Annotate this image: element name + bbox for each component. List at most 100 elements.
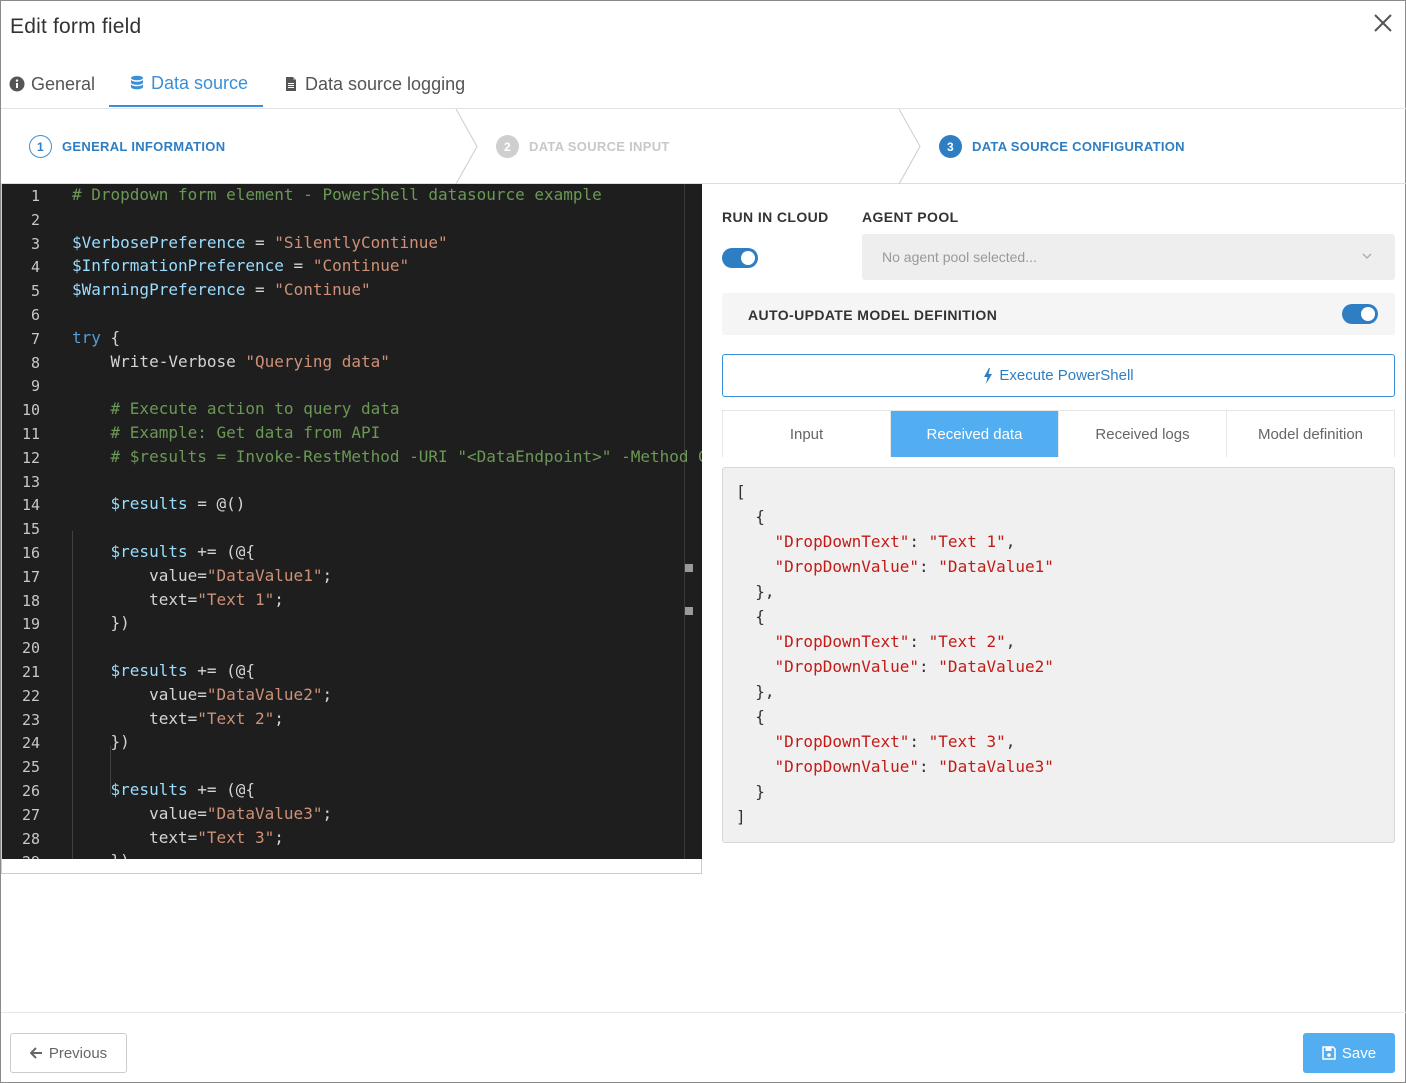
database-icon [129, 75, 145, 91]
tab-received-logs[interactable]: Received logs [1059, 411, 1227, 457]
tab-bar: General Data source Data source logging [1, 61, 475, 109]
json-line: { [736, 707, 765, 726]
code-line: }) [72, 851, 130, 859]
step-label: GENERAL INFORMATION [62, 139, 226, 154]
line-number: 10 [21, 401, 40, 420]
json-line: [ [736, 482, 746, 501]
code-line: # $results = Invoke-RestMethod -URI "<Da… [72, 446, 702, 466]
step-general-information[interactable]: 1 GENERAL INFORMATION [29, 109, 225, 184]
edit-form-field-dialog: Edit form field General Data source Data… [0, 0, 1406, 1083]
save-button[interactable]: Save [1303, 1033, 1395, 1073]
dialog-title: Edit form field [10, 15, 142, 38]
json-line: "DropDownText": "Text 3", [774, 732, 1016, 751]
code-line: value="DataValue3"; [72, 803, 333, 823]
result-tabs: Input Received data Received logs Model … [722, 410, 1395, 457]
line-number: 1 [30, 187, 40, 205]
step-label: DATA SOURCE INPUT [529, 139, 670, 154]
resize-handle[interactable] [685, 564, 693, 572]
agent-pool-placeholder: No agent pool selected... [882, 249, 1037, 265]
footer-divider [1, 1012, 1406, 1013]
line-number: 5 [30, 282, 40, 301]
agent-pool-select[interactable]: No agent pool selected... [862, 234, 1395, 280]
step-number: 3 [939, 135, 962, 158]
line-number: 6 [30, 306, 40, 324]
code-line: Write-Verbose "Querying data" [72, 351, 390, 371]
line-number: 15 [21, 520, 40, 539]
code-line: # Execute action to query data [72, 399, 400, 419]
execute-powershell-label: Execute PowerShell [999, 367, 1134, 384]
line-number: 14 [21, 496, 40, 515]
tab-data-source[interactable]: Data source [109, 61, 263, 107]
json-line: "DropDownText": "Text 1", [774, 532, 1016, 551]
line-number: 19 [21, 615, 40, 634]
tab-input[interactable]: Input [723, 411, 891, 457]
code-line: $results += (@{ [110, 542, 256, 561]
line-number: 21 [21, 663, 40, 681]
agent-pool-label: AGENT POOL [862, 209, 959, 225]
json-line: "DropDownValue": "DataValue3" [774, 757, 1054, 776]
line-number: 11 [21, 425, 40, 443]
line-number: 9 [30, 377, 40, 396]
code-line: try { [72, 327, 121, 347]
json-line: }, [736, 682, 775, 701]
code-line: }) [72, 732, 130, 752]
close-icon [1374, 14, 1392, 32]
chevron-down-icon [1362, 253, 1372, 259]
line-number: 28 [21, 829, 40, 848]
line-number: 24 [21, 734, 40, 753]
run-in-cloud-label: RUN IN CLOUD [722, 209, 829, 225]
tab-received-data[interactable]: Received data [891, 411, 1059, 457]
code-line: $InformationPreference = "Continue" [72, 256, 410, 276]
step-separator [898, 109, 921, 184]
json-line: "DropDownText": "Text 2", [774, 632, 1016, 651]
line-number: 26 [21, 782, 40, 800]
json-line: "DropDownValue": "DataValue1" [774, 557, 1054, 576]
execute-powershell-button[interactable]: Execute PowerShell [722, 354, 1395, 397]
previous-label: Previous [48, 1044, 108, 1062]
line-number: 29 [2, 853, 40, 859]
tab-data-source-label: Data source [151, 72, 249, 93]
line-number: 25 [21, 758, 40, 777]
line-number: 13 [21, 472, 40, 491]
step-separator [455, 109, 478, 184]
line-number: 22 [21, 686, 40, 705]
code-line: text="Text 3"; [72, 827, 284, 847]
auto-update-toggle[interactable] [1342, 304, 1378, 324]
arrow-left-icon [29, 1047, 42, 1059]
code-editor-container: 1 2 3 4 5 6 7 8 9 10 11 12 13 14 15 16 17 18 19 20 21 22 23 24 2… [1, 184, 702, 874]
json-line: } [736, 782, 765, 801]
line-number: 17 [21, 567, 40, 586]
line-number: 7 [30, 329, 40, 348]
tab-general[interactable]: General [1, 61, 109, 107]
line-number: 18 [21, 591, 40, 610]
tab-general-label: General [31, 73, 96, 94]
code-line: text="Text 2"; [72, 708, 284, 728]
code-line: $results += (@{ [110, 661, 256, 680]
wizard-steps: 1 GENERAL INFORMATION 2 DATA SOURCE INPU… [1, 109, 1406, 184]
auto-update-label: AUTO-UPDATE MODEL DEFINITION [748, 307, 998, 323]
line-number: 8 [30, 353, 40, 372]
step-number: 2 [496, 135, 519, 158]
json-line: ] [736, 807, 746, 826]
close-button[interactable] [1371, 11, 1395, 35]
resize-handle[interactable] [685, 607, 693, 615]
line-number: 20 [21, 639, 40, 658]
step-label: DATA SOURCE CONFIGURATION [972, 139, 1185, 154]
json-line: }, [736, 582, 775, 601]
tab-model-definition[interactable]: Model definition [1227, 411, 1394, 457]
code-line: value="DataValue1"; [72, 565, 333, 585]
line-number: 4 [30, 258, 40, 277]
step-data-source-input[interactable]: 2 DATA SOURCE INPUT [496, 109, 670, 184]
tab-data-source-logging[interactable]: Data source logging [263, 61, 475, 107]
line-number: 3 [30, 234, 40, 253]
line-number: 12 [21, 448, 40, 467]
document-icon [283, 76, 299, 92]
editor-scroll-divider [684, 184, 685, 859]
code-line: # Example: Get data from API [72, 423, 381, 442]
code-editor[interactable]: 1 2 3 4 5 6 7 8 9 10 11 12 13 14 15 16 17 18 19 20 21 22 23 24 2… [2, 184, 702, 859]
tab-data-source-logging-label: Data source logging [305, 73, 466, 94]
code-line: $results += (@{ [110, 780, 256, 799]
run-in-cloud-toggle[interactable] [722, 248, 758, 268]
previous-button[interactable]: Previous [10, 1033, 127, 1073]
step-data-source-configuration[interactable]: 3 DATA SOURCE CONFIGURATION [939, 109, 1185, 184]
